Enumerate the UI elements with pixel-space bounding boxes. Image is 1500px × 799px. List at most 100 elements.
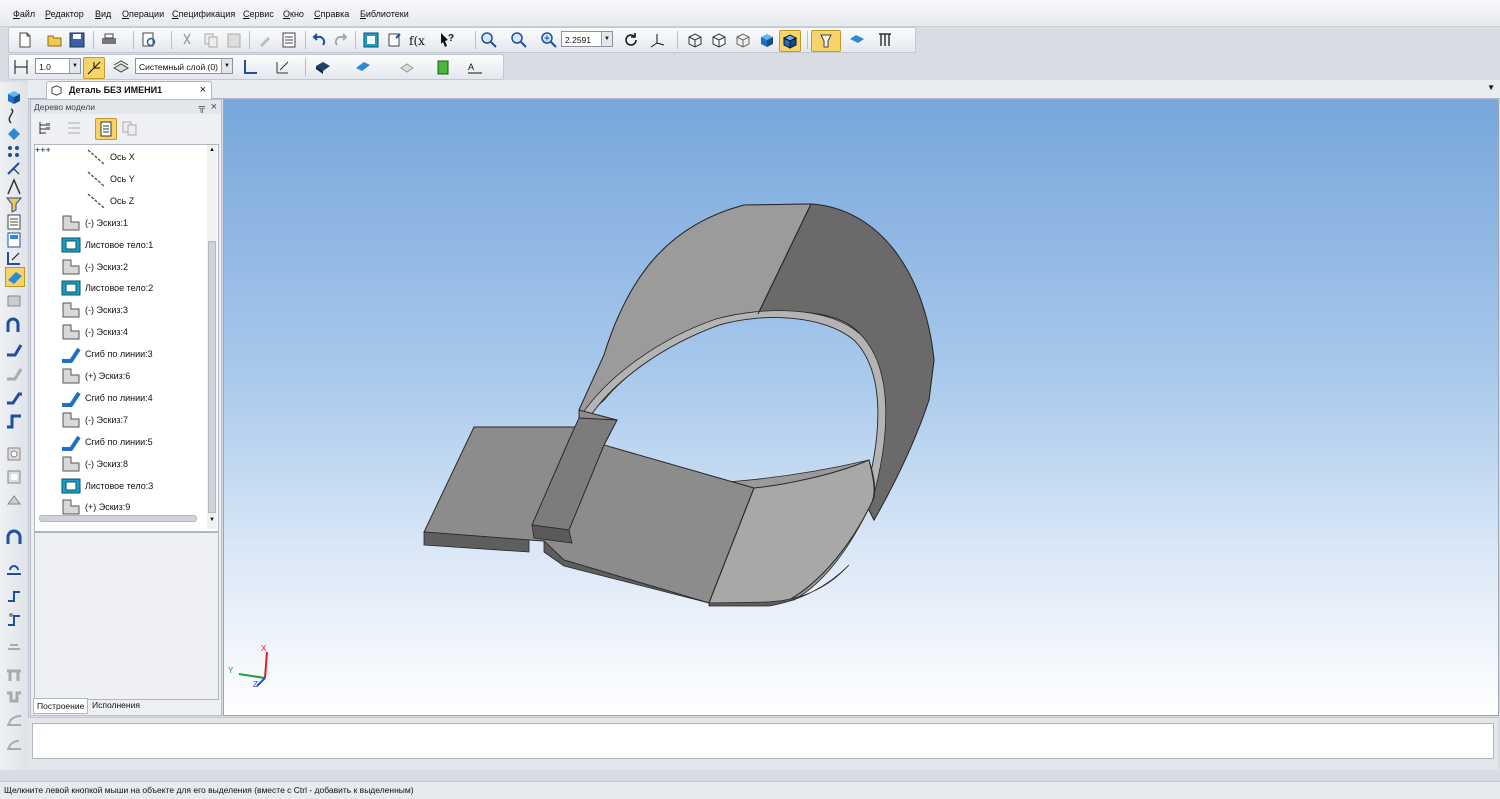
tree-structure-button[interactable] bbox=[35, 118, 55, 138]
close-tab-button[interactable]: × bbox=[200, 82, 206, 99]
tree-node[interactable]: Ось X bbox=[85, 147, 135, 167]
expand-toggle[interactable]: + bbox=[46, 145, 51, 155]
menu-edit[interactable]: Редактор bbox=[45, 9, 84, 19]
jog-button[interactable] bbox=[5, 412, 23, 430]
layers-button[interactable] bbox=[111, 57, 131, 77]
close-panel-button[interactable]: × bbox=[211, 100, 217, 114]
wireframe-button[interactable] bbox=[685, 30, 705, 50]
closed-corner-button[interactable] bbox=[5, 490, 23, 508]
bend-relief-button[interactable] bbox=[5, 586, 23, 604]
tree-view-mode-button[interactable] bbox=[59, 118, 89, 138]
surfaces-button[interactable] bbox=[5, 124, 23, 142]
context-help-button[interactable]: ? bbox=[437, 30, 457, 50]
step-combo[interactable]: 1.0 ▼ bbox=[35, 58, 81, 74]
redo-button[interactable] bbox=[331, 30, 351, 50]
filters-button[interactable] bbox=[5, 195, 23, 213]
sheet-metal-part-model[interactable] bbox=[224, 100, 1498, 715]
menu-help[interactable]: Справка bbox=[314, 9, 349, 19]
zoom-dynamic-button[interactable] bbox=[509, 30, 529, 50]
3d-viewport[interactable]: X Y Z bbox=[223, 99, 1499, 716]
thin-lines-button[interactable] bbox=[733, 30, 753, 50]
tree-vertical-scrollbar[interactable]: ▲ ▼ bbox=[207, 145, 217, 529]
scroll-up-arrow[interactable]: ▲ bbox=[209, 147, 215, 153]
tree-node[interactable]: (+) Эскиз:6 bbox=[60, 366, 130, 386]
measure-button[interactable] bbox=[5, 178, 23, 196]
zoom-in-button[interactable] bbox=[539, 30, 559, 50]
properties-brush-button[interactable] bbox=[255, 30, 275, 50]
open-button[interactable] bbox=[45, 30, 65, 50]
sketch-button[interactable] bbox=[241, 57, 261, 77]
menu-libraries[interactable]: Библиотеки bbox=[360, 9, 409, 19]
detail-editing-button[interactable] bbox=[5, 88, 23, 106]
cut-button[interactable] bbox=[177, 30, 197, 50]
pin-icon[interactable]: ╦ bbox=[199, 100, 205, 114]
tree-node[interactable]: Листовое тело:2 bbox=[60, 278, 153, 298]
zoom-window-button[interactable] bbox=[479, 30, 499, 50]
perspective-button[interactable] bbox=[811, 30, 841, 52]
tree-node[interactable]: Листовое тело:1 bbox=[60, 235, 153, 255]
sheet-metal-button[interactable] bbox=[847, 30, 867, 50]
tree-node[interactable]: Сгиб по линии:4 bbox=[60, 388, 153, 408]
hem-button[interactable] bbox=[5, 364, 23, 382]
menu-service[interactable]: Сервис bbox=[243, 9, 274, 19]
tree-node[interactable]: (-) Эскиз:1 bbox=[60, 213, 128, 233]
elements-design-button[interactable] bbox=[5, 249, 23, 267]
tree-horizontal-scrollbar[interactable] bbox=[39, 515, 197, 522]
undo-button[interactable] bbox=[309, 30, 329, 50]
tab-versions[interactable]: Исполнения bbox=[89, 698, 143, 712]
new-file-button[interactable] bbox=[15, 30, 35, 50]
save-button[interactable] bbox=[67, 30, 87, 50]
bead-button[interactable] bbox=[5, 688, 23, 706]
tabs-dropdown-button[interactable]: ▼ bbox=[1487, 83, 1495, 92]
green-tool-button[interactable] bbox=[433, 57, 453, 77]
preview-button[interactable] bbox=[139, 30, 159, 50]
view-params-button[interactable] bbox=[397, 57, 417, 77]
rotate-button[interactable] bbox=[621, 30, 641, 50]
structure-button[interactable] bbox=[875, 30, 895, 50]
tree-node[interactable]: Сгиб по линии:3 bbox=[60, 344, 153, 364]
menu-window[interactable]: Окно bbox=[283, 9, 304, 19]
orientation-button[interactable] bbox=[647, 30, 667, 50]
color-material-button[interactable] bbox=[313, 57, 333, 77]
tree-node[interactable]: Ось Y bbox=[85, 169, 135, 189]
print-button[interactable] bbox=[99, 30, 119, 50]
zoom-combo[interactable]: 2.2591 ▼ bbox=[561, 31, 613, 47]
flatten-button[interactable] bbox=[5, 560, 23, 578]
stamp-button[interactable] bbox=[5, 388, 23, 406]
tree-node[interactable]: (-) Эскиз:2 bbox=[60, 257, 128, 277]
specification-button[interactable] bbox=[5, 213, 23, 231]
tree-node[interactable]: Сгиб по линии:5 bbox=[60, 432, 153, 452]
tree-doc-button[interactable] bbox=[95, 118, 117, 140]
copy-button[interactable] bbox=[201, 30, 221, 50]
tab-construction[interactable]: Построение bbox=[33, 698, 89, 714]
edit-sketch-button[interactable] bbox=[273, 57, 293, 77]
tree-node[interactable]: (-) Эскиз:3 bbox=[60, 300, 128, 320]
sheet-stamp-button[interactable] bbox=[5, 610, 23, 628]
aux-geometry-button[interactable] bbox=[5, 160, 23, 178]
reports-button[interactable] bbox=[5, 231, 23, 249]
spatial-curves-button[interactable] bbox=[5, 107, 23, 125]
shaded-edges-button[interactable] bbox=[779, 30, 801, 52]
text-style-button[interactable]: A bbox=[465, 57, 485, 77]
tree-node[interactable]: (-) Эскиз:7 bbox=[60, 410, 128, 430]
tree-relations-button[interactable] bbox=[119, 118, 139, 138]
stiffener-button[interactable] bbox=[5, 734, 23, 752]
tree-node[interactable]: Ось Z bbox=[85, 191, 134, 211]
rib-button[interactable] bbox=[5, 666, 23, 684]
louver-button[interactable] bbox=[5, 634, 23, 652]
menu-operations[interactable]: Операции bbox=[122, 9, 164, 19]
arrays-button[interactable] bbox=[5, 143, 23, 161]
sheet-body-tools-button[interactable] bbox=[5, 267, 25, 287]
flange-button[interactable] bbox=[5, 710, 23, 728]
tree-node[interactable]: (-) Эскиз:8 bbox=[60, 454, 128, 474]
cutout-button[interactable] bbox=[5, 468, 23, 486]
grid-step-button[interactable] bbox=[11, 57, 31, 77]
bend-button[interactable] bbox=[5, 316, 23, 334]
menu-specification[interactable]: Спецификация bbox=[172, 9, 235, 19]
scroll-down-arrow[interactable]: ▼ bbox=[209, 517, 215, 523]
menu-file[interactable]: Файл bbox=[13, 9, 35, 19]
report-button[interactable] bbox=[279, 30, 299, 50]
sheet-body-button[interactable] bbox=[5, 292, 23, 310]
document-tab[interactable]: Деталь БЕЗ ИМЕНИ1 × bbox=[46, 81, 212, 99]
unfold-button[interactable] bbox=[5, 528, 23, 546]
